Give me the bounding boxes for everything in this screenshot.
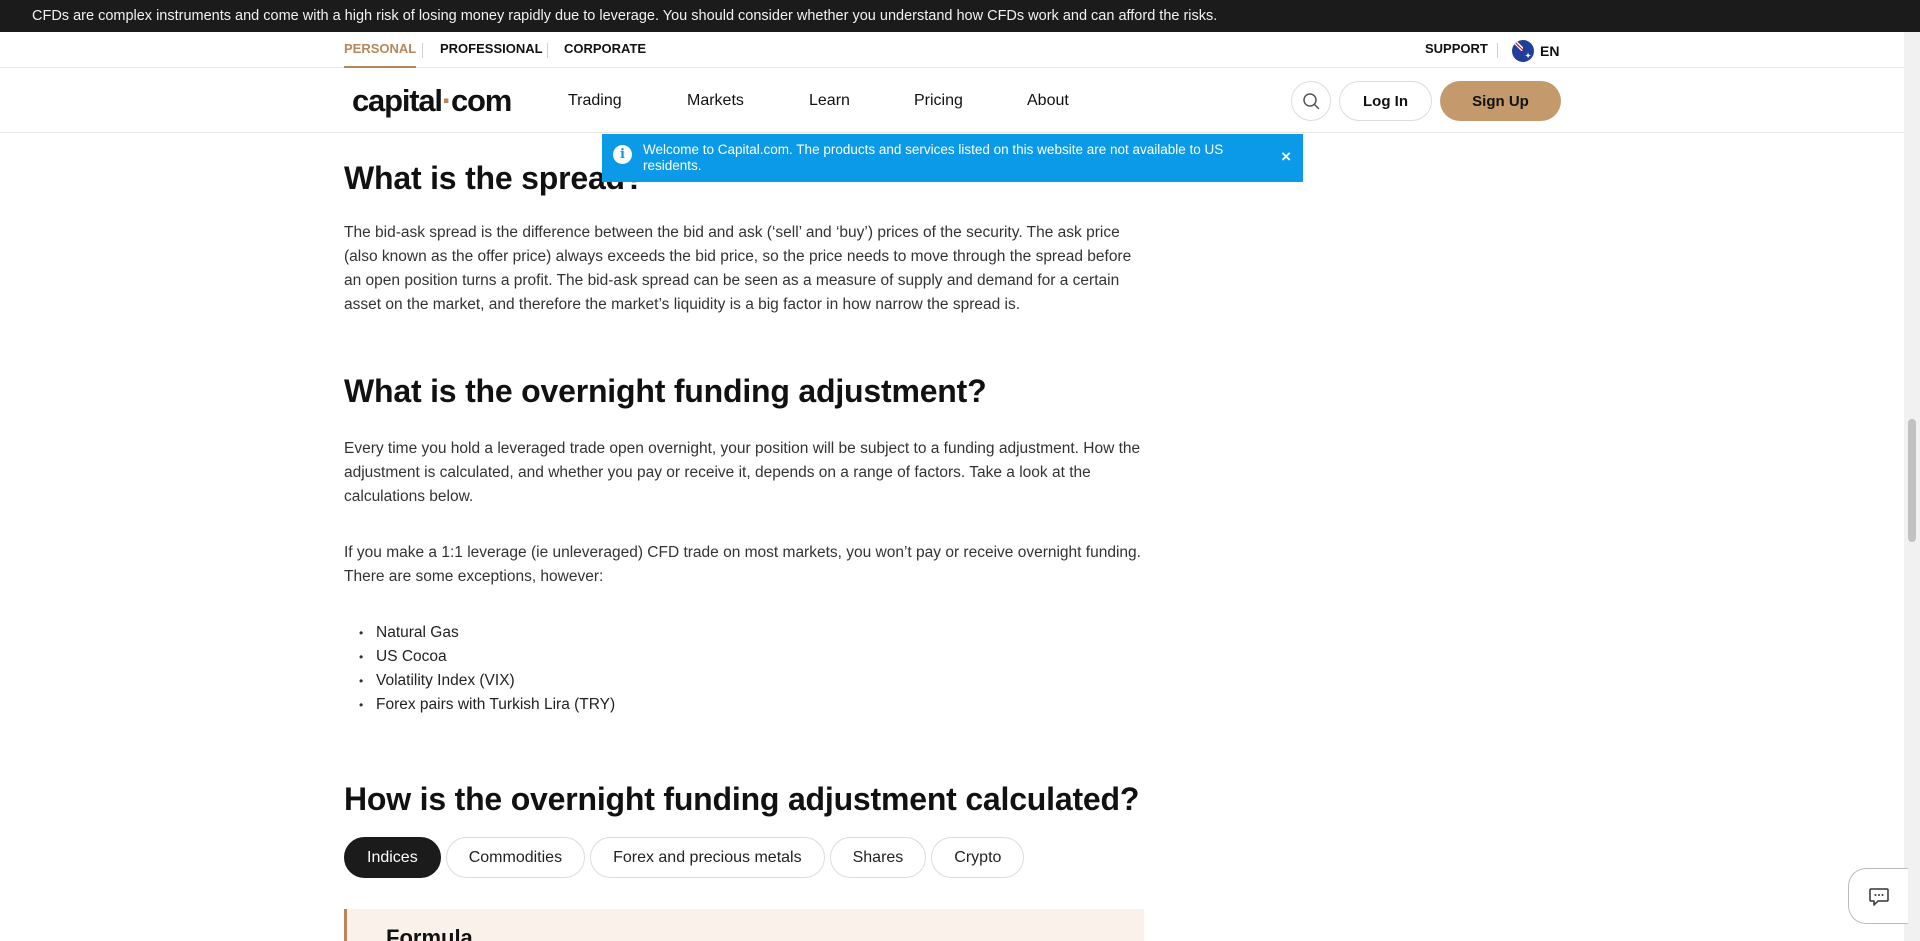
info-icon: i bbox=[613, 145, 632, 164]
nav-markets[interactable]: Markets bbox=[687, 69, 744, 133]
tab-forex-precious-metals[interactable]: Forex and precious metals bbox=[590, 837, 825, 878]
exceptions-list: Natural Gas US Cocoa Volatility Index (V… bbox=[344, 621, 615, 717]
tab-shares[interactable]: Shares bbox=[829, 837, 927, 878]
spread-paragraph: The bid-ask spread is the difference bet… bbox=[344, 224, 1132, 313]
notice-text: Welcome to Capital.com. The products and… bbox=[643, 142, 1224, 173]
logo-text-1: capital bbox=[352, 83, 443, 118]
segment-professional[interactable]: PROFESSIONAL bbox=[440, 32, 543, 68]
signup-button[interactable]: Sign Up bbox=[1440, 81, 1561, 121]
formula-title: Formula bbox=[386, 925, 473, 941]
spread-heading: What is the spread? bbox=[344, 160, 645, 196]
segment-divider bbox=[422, 43, 423, 58]
formula-box: Formula bbox=[344, 909, 1144, 941]
chat-icon bbox=[1868, 888, 1889, 906]
tab-indices[interactable]: Indices bbox=[344, 837, 441, 878]
scrollbar-thumb[interactable] bbox=[1908, 419, 1916, 542]
segment-divider bbox=[1497, 43, 1498, 58]
login-button[interactable]: Log In bbox=[1339, 81, 1432, 121]
us-residents-notice: i Welcome to Capital.com. The products a… bbox=[602, 134, 1303, 182]
capital-com-logo[interactable]: capital·com bbox=[352, 83, 512, 119]
australia-flag-icon bbox=[1512, 40, 1534, 62]
close-icon[interactable]: × bbox=[1281, 147, 1291, 167]
segment-bar: PERSONAL PROFESSIONAL CORPORATE SUPPORT … bbox=[0, 32, 1904, 68]
segment-divider bbox=[547, 43, 548, 58]
list-item: Volatility Index (VIX) bbox=[344, 669, 615, 693]
search-icon bbox=[1303, 93, 1320, 110]
nav-learn[interactable]: Learn bbox=[809, 69, 850, 133]
list-item: Natural Gas bbox=[344, 621, 615, 645]
funding-paragraph-1: Every time you hold a leveraged trade op… bbox=[344, 440, 1141, 505]
calculation-heading: How is the overnight funding adjustment … bbox=[344, 781, 1140, 817]
segment-personal[interactable]: PERSONAL bbox=[344, 32, 417, 68]
tab-commodities[interactable]: Commodities bbox=[445, 837, 586, 878]
main-navigation: capital·com Trading Markets Learn Pricin… bbox=[0, 69, 1904, 133]
support-link[interactable]: SUPPORT bbox=[1425, 32, 1488, 68]
logo-dot: · bbox=[441, 83, 452, 118]
funding-paragraph-2: If you make a 1:1 leverage (ie unleverag… bbox=[344, 544, 1141, 585]
nav-about[interactable]: About bbox=[1027, 69, 1069, 133]
nav-pricing[interactable]: Pricing bbox=[914, 69, 963, 133]
language-label: EN bbox=[1540, 43, 1560, 59]
list-item: US Cocoa bbox=[344, 645, 615, 669]
chat-button[interactable] bbox=[1848, 868, 1908, 924]
segment-corporate[interactable]: CORPORATE bbox=[564, 32, 646, 68]
calculation-tabs: Indices Commodities Forex and precious m… bbox=[344, 837, 1025, 878]
language-selector[interactable]: EN bbox=[1512, 39, 1559, 63]
nav-trading[interactable]: Trading bbox=[568, 69, 622, 133]
risk-warning-banner: CFDs are complex instruments and come wi… bbox=[0, 0, 1920, 32]
logo-text-2: com bbox=[450, 83, 512, 118]
list-item: Forex pairs with Turkish Lira (TRY) bbox=[344, 693, 615, 717]
tab-crypto[interactable]: Crypto bbox=[931, 837, 1025, 878]
page-scrollbar[interactable] bbox=[1904, 32, 1920, 941]
funding-heading: What is the overnight funding adjustment… bbox=[344, 373, 987, 409]
search-button[interactable] bbox=[1291, 81, 1331, 121]
